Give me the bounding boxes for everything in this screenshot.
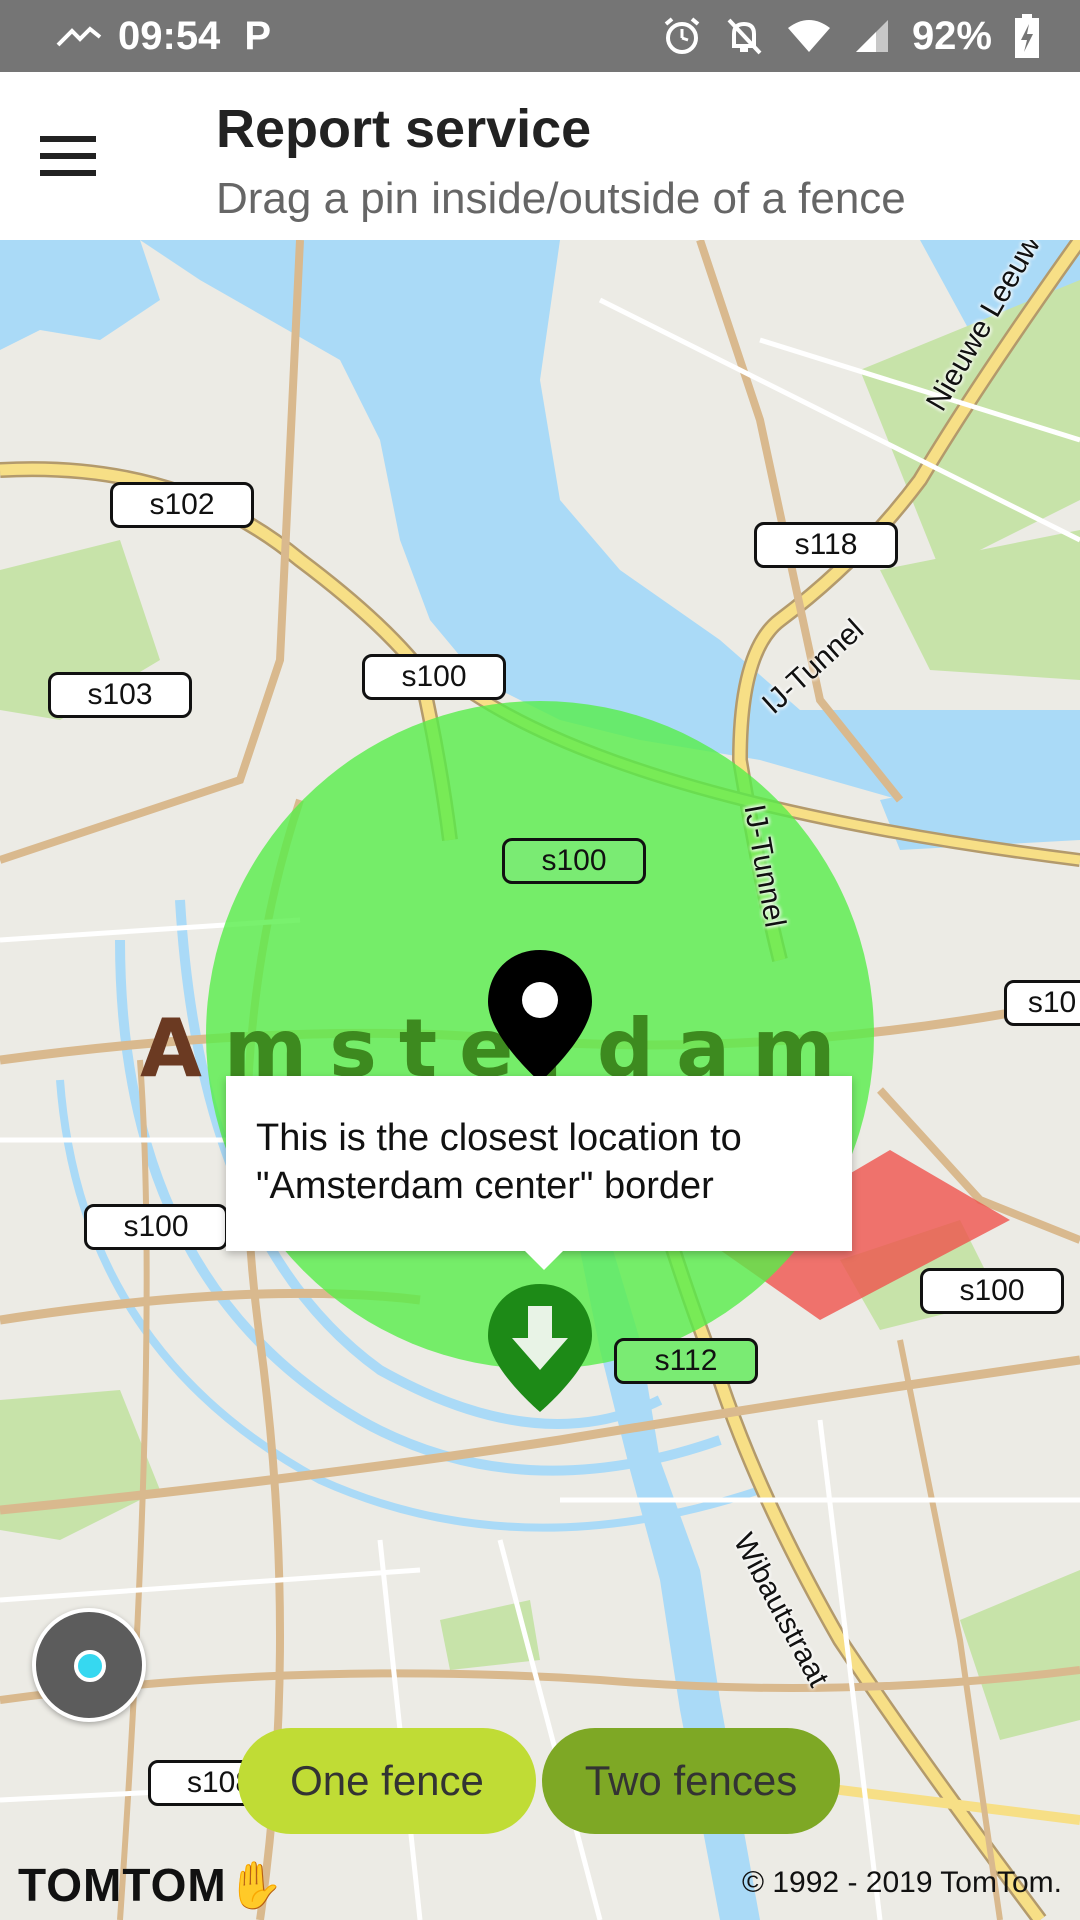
road-label: s100	[920, 1268, 1064, 1314]
tomtom-logo: TOMTOM✋	[18, 1859, 286, 1911]
battery-percent: 92%	[911, 13, 992, 58]
closest-location-tooltip: This is the closest location to "Amsterd…	[226, 1076, 852, 1251]
parking-icon: P	[244, 13, 271, 58]
road-label: s100	[84, 1204, 228, 1250]
road-label: s118	[754, 522, 898, 568]
hamburger-menu-icon[interactable]	[40, 116, 130, 196]
cell-signal-icon	[855, 20, 888, 52]
battery-charging-icon	[1015, 14, 1039, 58]
road-label: s10	[1004, 980, 1080, 1026]
tomtom-hand-icon: ✋	[226, 1859, 286, 1911]
page-title: Report service	[216, 99, 592, 159]
road-label: s103	[48, 672, 192, 718]
road-label: s100	[502, 838, 646, 884]
signal-wave-icon	[56, 26, 102, 47]
status-time: 09:54	[118, 13, 221, 58]
status-bar: 09:54 P 92%	[0, 0, 1080, 72]
road-label: s112	[614, 1338, 758, 1384]
page-subtitle: Drag a pin inside/outside of a fence	[216, 174, 906, 223]
copyright-text: © 1992 - 2019 TomTom.	[741, 1866, 1062, 1899]
one-fence-button[interactable]: One fence	[238, 1728, 536, 1834]
notifications-off-icon	[727, 18, 762, 55]
alarm-icon	[664, 17, 700, 54]
my-location-button[interactable]	[32, 1608, 146, 1722]
road-label: s100	[362, 654, 506, 700]
app-bar: Report service Drag a pin inside/outside…	[0, 72, 1080, 240]
tooltip-arrow	[524, 1250, 564, 1270]
wifi-icon	[787, 20, 830, 52]
two-fences-button[interactable]: Two fences	[542, 1728, 840, 1834]
location-pin-icon[interactable]	[484, 946, 596, 1086]
my-location-icon	[74, 1650, 106, 1682]
drag-pin-icon[interactable]	[484, 1280, 596, 1416]
road-label: s102	[110, 482, 254, 528]
